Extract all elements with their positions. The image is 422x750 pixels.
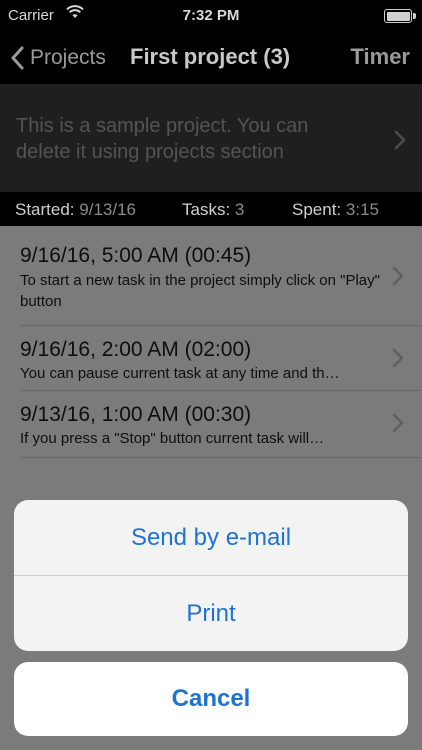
- battery-icon: [384, 9, 416, 23]
- project-stats-bar: Started: 9/13/16 Tasks: 3 Spent: 3:15: [0, 192, 422, 226]
- chevron-right-icon: [394, 130, 406, 150]
- action-sheet: Send by e-mail Print: [14, 500, 408, 651]
- page-title: First project (3): [130, 44, 291, 69]
- task-row[interactable]: 9/16/16, 5:00 AM (00:45) To start a new …: [0, 226, 422, 326]
- stat-spent-label: Spent:: [292, 200, 342, 219]
- task-title: 9/16/16, 5:00 AM (00:45): [20, 244, 252, 267]
- stat-started-value: 9/13/16: [79, 200, 137, 219]
- screen: Carrier 7:32 PM Projects First project (…: [0, 0, 422, 750]
- stat-tasks-label: Tasks:: [182, 200, 231, 219]
- chevron-right-icon: [392, 348, 404, 368]
- status-bar: Carrier 7:32 PM: [0, 0, 422, 32]
- task-row[interactable]: 9/16/16, 2:00 AM (02:00) You can pause c…: [0, 326, 422, 391]
- task-row[interactable]: 9/13/16, 1:00 AM (00:30) If you press a …: [0, 391, 422, 458]
- timer-button[interactable]: Timer: [350, 44, 410, 70]
- stat-started: Started: 9/13/16: [15, 200, 136, 220]
- stat-spent-value: 3:15: [345, 200, 379, 219]
- stat-tasks: Tasks: 3: [182, 200, 244, 220]
- stat-spent: Spent: 3:15: [292, 200, 379, 220]
- status-time: 7:32 PM: [182, 7, 240, 24]
- task-title: 9/13/16, 1:00 AM (00:30): [20, 403, 252, 426]
- chevron-right-icon: [392, 413, 404, 433]
- chevron-right-icon: [392, 266, 404, 286]
- send-email-button[interactable]: Send by e-mail: [14, 500, 408, 575]
- cancel-button[interactable]: Cancel: [14, 662, 408, 736]
- task-subtitle: You can pause current task at any time a…: [20, 365, 340, 382]
- back-button[interactable]: Projects: [10, 43, 106, 73]
- task-title: 9/16/16, 2:00 AM (02:00): [20, 338, 252, 361]
- stat-tasks-value: 3: [234, 200, 245, 219]
- task-subtitle: If you press a "Stop" button current tas…: [20, 430, 325, 447]
- project-description: This is a sample project. You can delete…: [16, 115, 309, 163]
- chevron-left-icon: [11, 46, 24, 70]
- row-divider: [20, 457, 422, 458]
- task-subtitle: To start a new task in the project simpl…: [20, 272, 380, 310]
- project-description-row[interactable]: This is a sample project. You can delete…: [0, 84, 422, 192]
- navigation-bar: Projects First project (3) Timer: [0, 32, 422, 84]
- back-button-label: Projects: [30, 46, 106, 69]
- print-button[interactable]: Print: [14, 575, 408, 651]
- stat-started-label: Started:: [15, 200, 75, 219]
